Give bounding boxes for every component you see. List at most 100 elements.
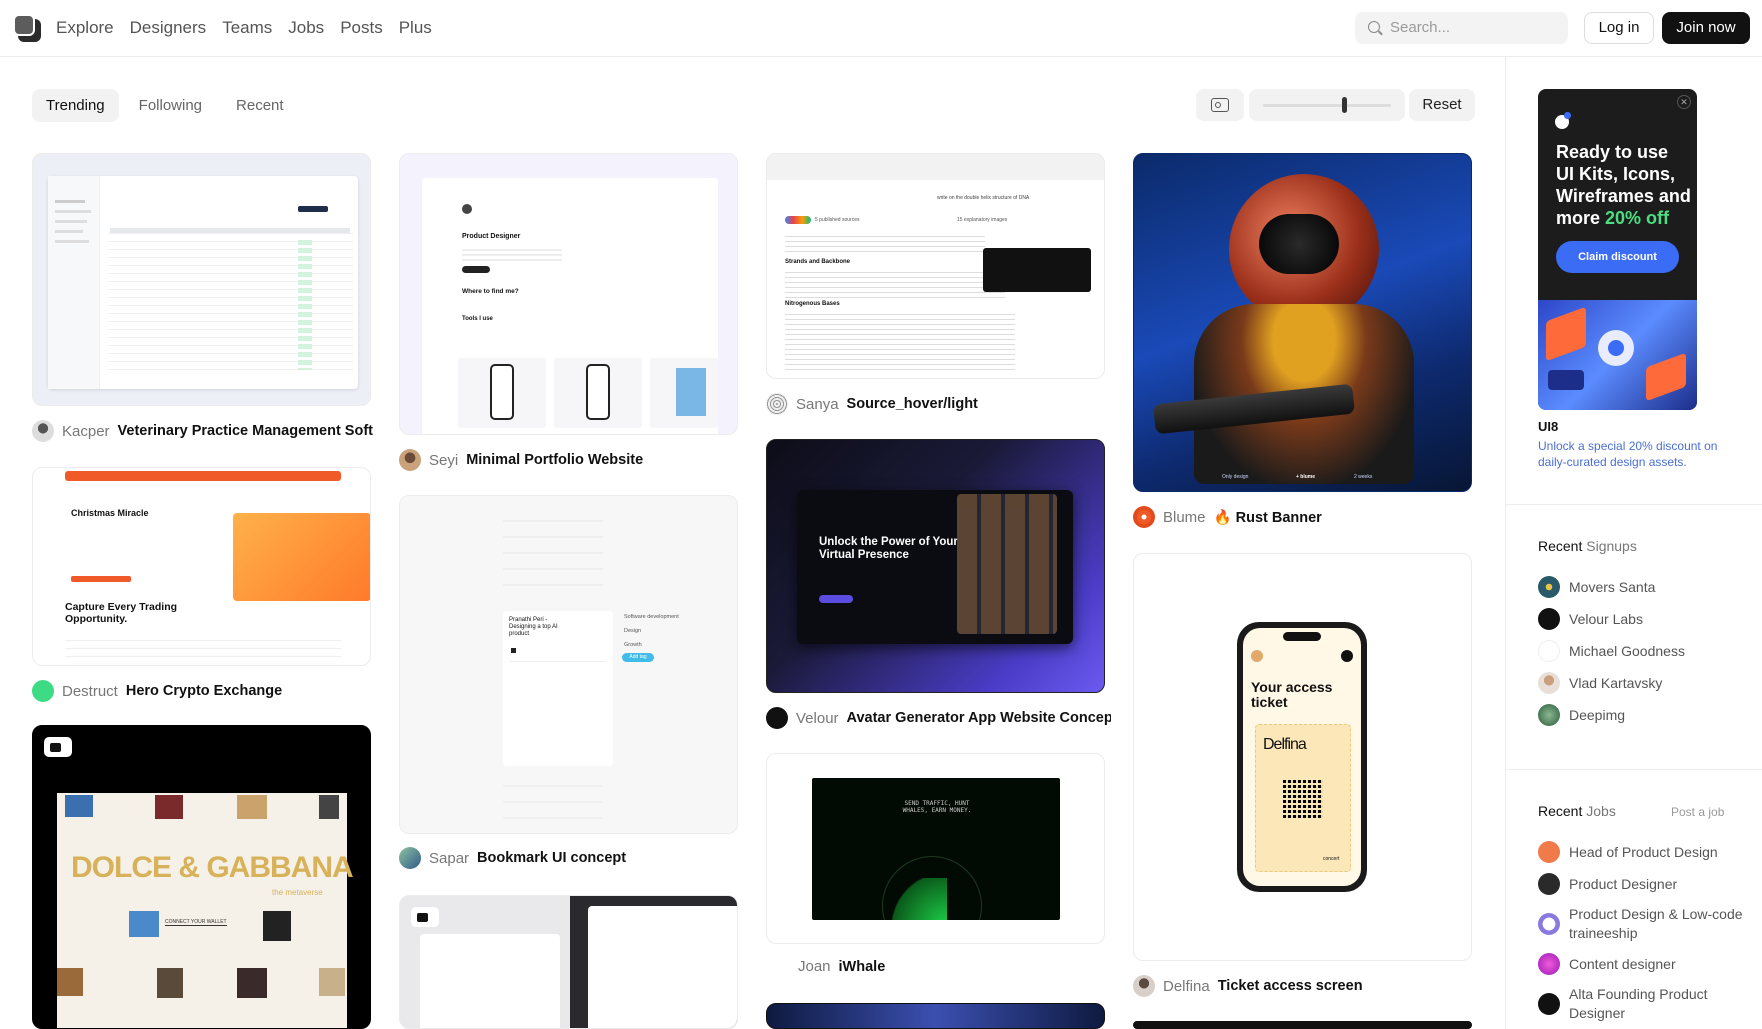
nav-plus[interactable]: Plus xyxy=(399,18,432,38)
shot-title[interactable]: Bookmark UI concept xyxy=(477,850,626,866)
shot-title[interactable]: 🔥 Rust Banner xyxy=(1214,509,1322,526)
signup-item[interactable]: Movers Santa xyxy=(1538,576,1748,598)
ad-brand[interactable]: UI8 xyxy=(1538,419,1558,434)
shot-title[interactable]: Hero Crypto Exchange xyxy=(126,683,282,699)
shot-author[interactable]: Destruct xyxy=(62,683,118,700)
shot-author[interactable]: Delfina xyxy=(1163,978,1210,995)
shot-meta: Delfina Ticket access screen xyxy=(1133,975,1478,997)
nav-jobs[interactable]: Jobs xyxy=(288,18,324,38)
signup-item[interactable]: Velour Labs xyxy=(1538,608,1748,630)
connect-wallet-button: CONNECT YOUR WALLET xyxy=(165,919,227,926)
rust-label: + blume xyxy=(1296,474,1316,480)
join-button[interactable]: Join now xyxy=(1662,12,1750,44)
layout-toggle-button[interactable] xyxy=(1196,89,1244,121)
tab-recent[interactable]: Recent xyxy=(222,89,298,122)
job-item[interactable]: Product Designer xyxy=(1538,873,1748,895)
shot-author[interactable]: Velour xyxy=(796,710,839,727)
portfolio-tools: Tools I use xyxy=(462,316,493,322)
avatar[interactable] xyxy=(399,847,421,869)
shot-card[interactable]: DOLCE & GABBANA the metaverse CONNECT YO… xyxy=(32,725,371,1029)
shot-card[interactable]: Only design + blume 2 weeks xyxy=(1133,153,1472,492)
claim-discount-button[interactable]: Claim discount xyxy=(1556,241,1679,273)
crypto-heading: Christmas Miracle xyxy=(71,508,149,518)
video-icon xyxy=(44,737,72,757)
tab-trending[interactable]: Trending xyxy=(32,89,119,122)
search-icon xyxy=(1368,21,1380,33)
job-item[interactable]: Product Design & Low-code traineeship xyxy=(1538,905,1748,943)
slider-thumb[interactable] xyxy=(1342,97,1348,113)
shot-meta: Velour Avatar Generator App Website Conc… xyxy=(766,707,1111,729)
rust-label: 2 weeks xyxy=(1354,474,1373,480)
avatar[interactable] xyxy=(399,449,421,471)
right-sidebar: ✕ Ready to use UI Kits, Icons, Wireframe… xyxy=(1505,57,1762,1029)
source-query: write on the double helix structure of D… xyxy=(937,195,1030,201)
signup-item[interactable]: Vlad Kartavsky xyxy=(1538,672,1748,694)
ad-headline: Ready to use UI Kits, Icons, Wireframes … xyxy=(1556,141,1691,229)
source-heading: Strands and Backbone xyxy=(785,259,851,265)
shot-card[interactable] xyxy=(766,1003,1105,1029)
avatar[interactable] xyxy=(32,420,54,442)
avatar[interactable] xyxy=(766,707,788,729)
avatar[interactable] xyxy=(1133,975,1155,997)
job-item[interactable]: Content designer xyxy=(1538,953,1748,975)
shot-author[interactable]: Sapar xyxy=(429,850,469,867)
dashboard-preview xyxy=(48,176,358,389)
shot-card[interactable]: write on the double helix structure of D… xyxy=(766,153,1105,379)
shot-author[interactable]: Seyi xyxy=(429,452,458,469)
shot-card[interactable]: Pranathi Peri - Designing a top AI produ… xyxy=(399,495,738,834)
shot-title[interactable]: Source_hover/light xyxy=(847,396,978,412)
signup-item[interactable]: Deepimg xyxy=(1538,704,1748,726)
source-chip: 15 explanatory images xyxy=(957,217,1008,223)
shot-title[interactable]: iWhale xyxy=(839,959,886,975)
nav-explore[interactable]: Explore xyxy=(56,18,114,38)
reset-button[interactable]: Reset xyxy=(1409,89,1475,121)
shot-card[interactable] xyxy=(1133,1021,1472,1029)
avatar xyxy=(1538,672,1560,694)
shot-title[interactable]: Ticket access screen xyxy=(1218,978,1363,994)
job-item[interactable]: Head of Product Design xyxy=(1538,841,1748,863)
shot-card[interactable]: Product Designer Where to find me? Tools… xyxy=(399,153,738,435)
shot-card[interactable]: Christmas Miracle Capture Every Trading … xyxy=(32,467,371,666)
job-item[interactable]: Alta Founding Product Designer xyxy=(1538,985,1748,1023)
post-a-job-link[interactable]: Post a job xyxy=(1671,805,1724,819)
shot-title[interactable]: Avatar Generator App Website Concep xyxy=(847,710,1111,726)
shot-author[interactable]: Kacper xyxy=(62,423,110,440)
shot-meta: Kacper Veterinary Practice Management So… xyxy=(32,420,377,442)
shot-card[interactable]: Unlock the Power of Your Virtual Presenc… xyxy=(766,439,1105,693)
shot-card[interactable] xyxy=(32,153,371,406)
nav-designers[interactable]: Designers xyxy=(130,18,207,38)
ad-discount: 20% off xyxy=(1605,208,1670,228)
shot-title[interactable]: Minimal Portfolio Website xyxy=(466,452,643,468)
nav-posts[interactable]: Posts xyxy=(340,18,383,38)
portfolio-preview: Product Designer Where to find me? Tools… xyxy=(422,178,718,434)
avatar[interactable] xyxy=(32,680,54,702)
logo-icon[interactable] xyxy=(13,14,41,42)
avatar[interactable] xyxy=(1133,506,1155,528)
shot-card[interactable]: SEND TRAFFIC, HUNT WHALES, EARN MONEY. xyxy=(766,753,1105,944)
shot-card[interactable] xyxy=(399,895,738,1029)
login-button[interactable]: Log in xyxy=(1584,12,1654,44)
shot-author[interactable]: Sanya xyxy=(796,396,839,413)
ui8-logo-icon xyxy=(1555,112,1571,129)
search-placeholder: Search... xyxy=(1390,19,1451,36)
ad-subtitle: Unlock a special 20% discount on daily-c… xyxy=(1538,439,1718,469)
job-logo-icon xyxy=(1538,913,1560,935)
promo-ad[interactable]: ✕ Ready to use UI Kits, Icons, Wireframe… xyxy=(1538,89,1697,410)
close-icon[interactable]: ✕ xyxy=(1677,95,1691,109)
ad-artwork xyxy=(1538,300,1697,410)
search-input[interactable]: Search... xyxy=(1355,12,1568,44)
shot-card[interactable]: Your access ticket Delfina concert xyxy=(1133,553,1472,961)
nav-teams[interactable]: Teams xyxy=(222,18,272,38)
bookmark-tag: Design xyxy=(624,628,642,634)
shot-author[interactable]: Blume xyxy=(1163,509,1206,526)
avatar[interactable] xyxy=(766,393,788,415)
shot-author[interactable]: Joan xyxy=(798,958,831,975)
dg-logo-text: DOLCE & GABBANA xyxy=(71,851,354,884)
phone-mockup: Your access ticket Delfina concert xyxy=(1237,622,1367,892)
avatar xyxy=(1538,608,1560,630)
size-slider[interactable] xyxy=(1249,89,1405,121)
tab-following[interactable]: Following xyxy=(125,89,216,122)
shot-title[interactable]: Veterinary Practice Management Soft xyxy=(118,423,373,439)
signup-item[interactable]: Michael Goodness xyxy=(1538,640,1748,662)
iwhale-preview: SEND TRAFFIC, HUNT WHALES, EARN MONEY. xyxy=(812,778,1060,920)
